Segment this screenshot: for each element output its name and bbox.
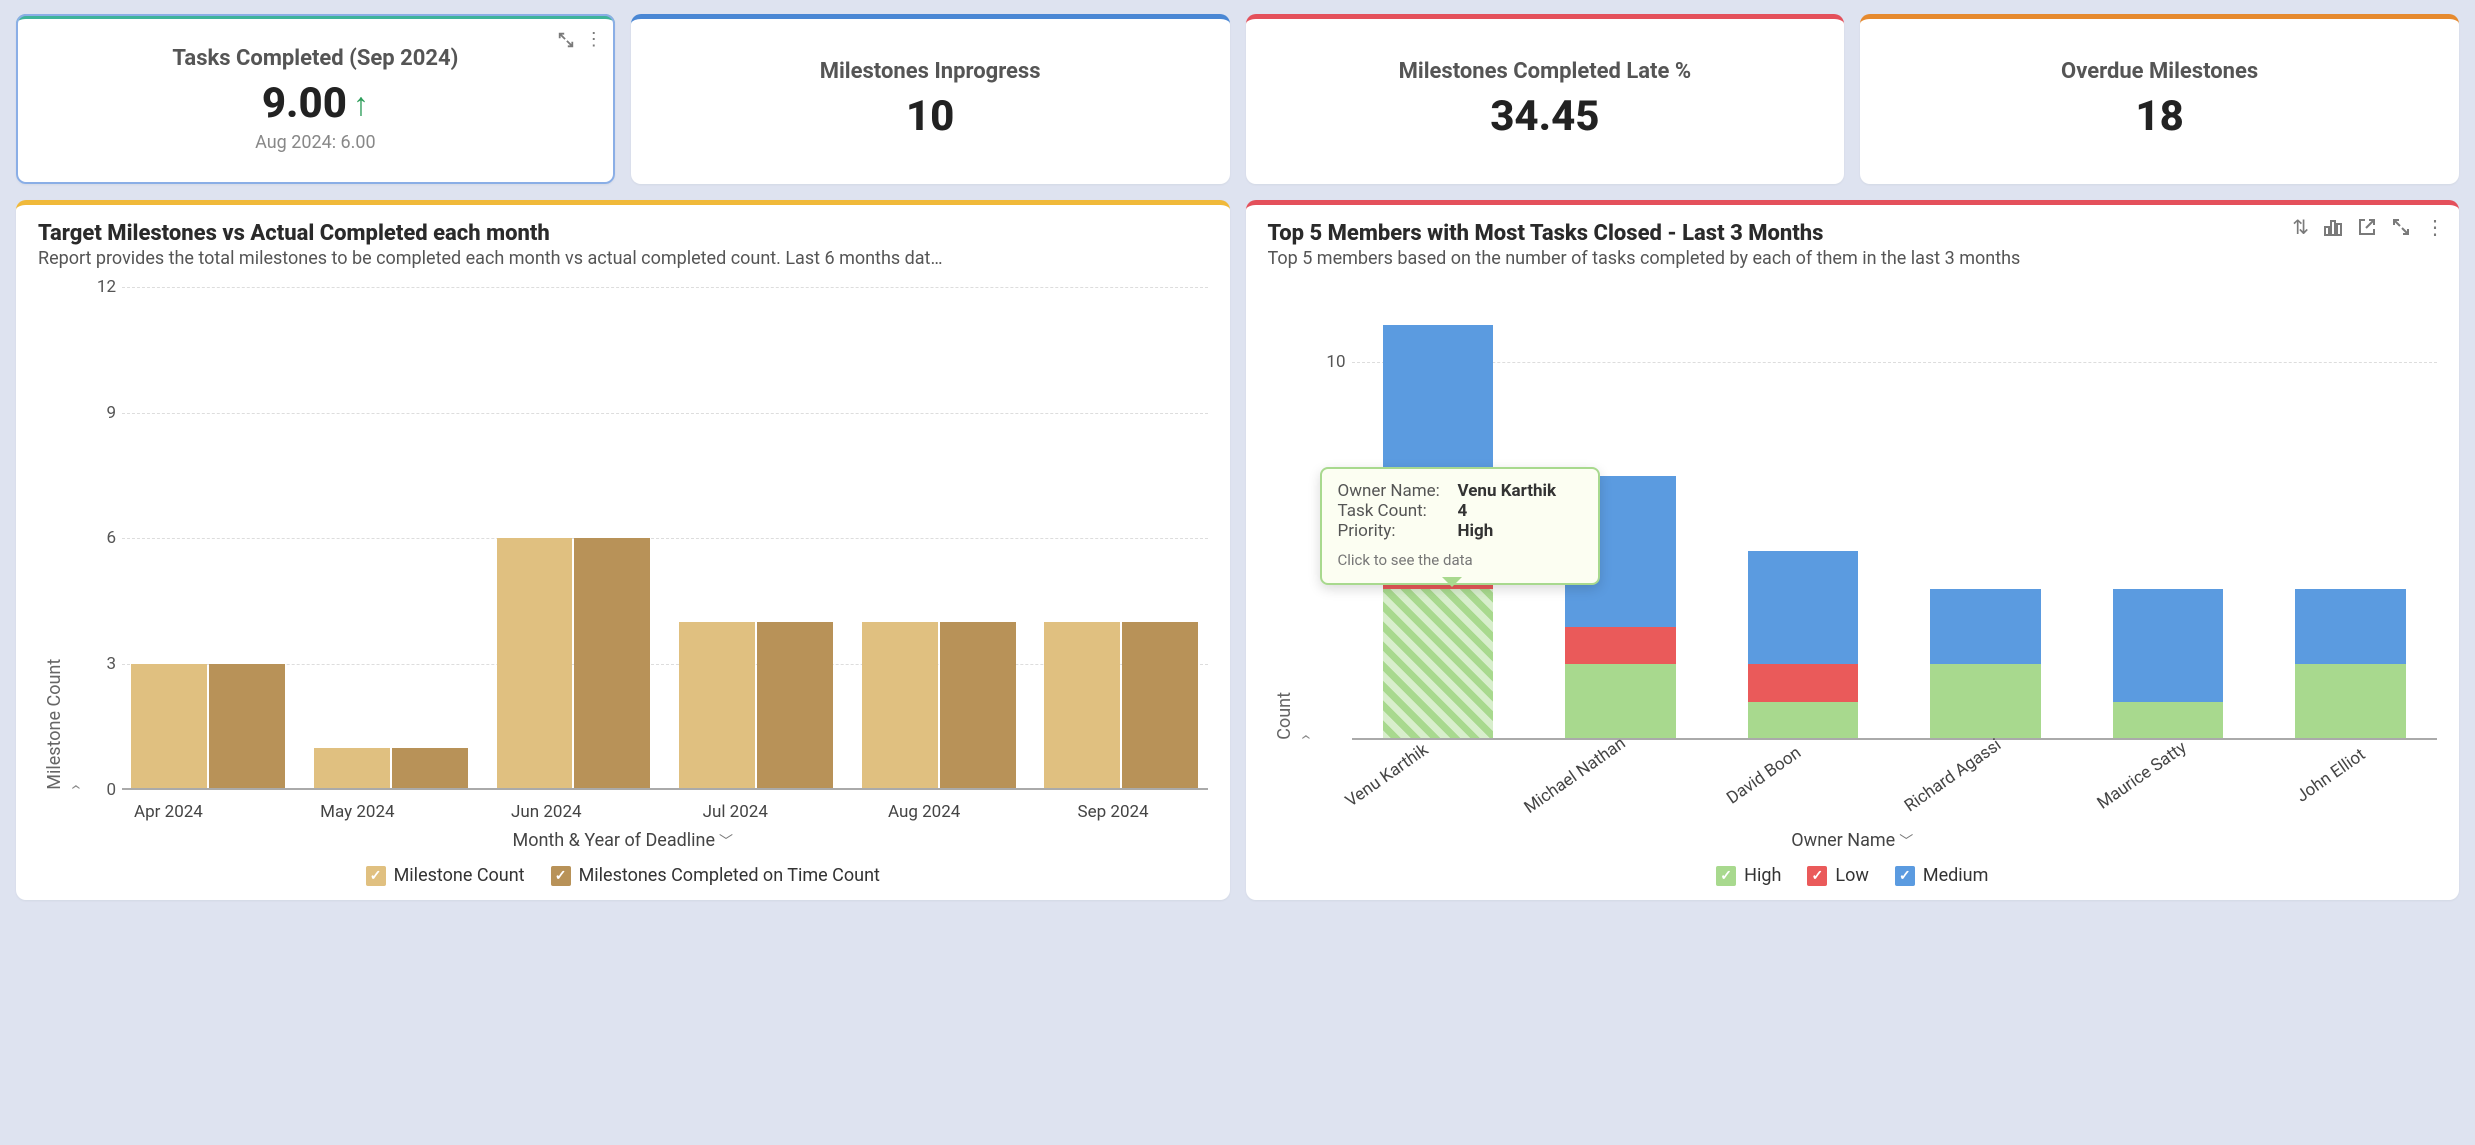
legend-item-medium[interactable]: ✓Medium (1895, 865, 1989, 886)
chart-subtitle: Report provides the total milestones to … (38, 248, 1208, 269)
bar-group[interactable] (122, 287, 295, 790)
chart-tooltip[interactable]: Owner Name: Venu Karthik Task Count: 4 Pri… (1320, 467, 1600, 585)
y-tick-label: 10 (1316, 352, 1346, 372)
bar-segment[interactable] (1044, 622, 1120, 790)
bar-segment[interactable] (940, 622, 1016, 790)
chart-legend: ✓Milestone Count ✓Milestones Completed o… (38, 865, 1208, 886)
y-axis-label: Milestone Count (38, 287, 65, 790)
x-tick-label: Apr 2024 (74, 802, 263, 822)
kpi-card-2[interactable]: Milestones Completed Late % 34.45 (1246, 14, 1845, 184)
expand-y-axis-icon[interactable]: › (65, 287, 86, 790)
bar-segment[interactable] (497, 538, 573, 789)
y-tick-label: 9 (86, 403, 116, 423)
bar-segment-medium[interactable] (1930, 589, 2040, 664)
tooltip-key-priority: Priority: (1338, 521, 1448, 541)
bar-group[interactable] (305, 287, 478, 790)
y-tick-label: 12 (86, 277, 116, 297)
x-tick-label: Sep 2024 (1019, 802, 1208, 822)
legend-swatch: ✓ (1807, 866, 1827, 886)
bar-group[interactable] (1899, 287, 2072, 740)
kpi-subtext: Aug 2024: 6.00 (255, 132, 376, 153)
x-tick-label: Jul 2024 (641, 802, 830, 822)
kpi-value: 34.45 (1490, 92, 1599, 141)
x-axis-label[interactable]: Month & Year of Deadline﹀ (38, 830, 1208, 851)
x-tick-label: Jun 2024 (452, 802, 641, 822)
bar-group[interactable] (1035, 287, 1208, 790)
bar-segment[interactable] (314, 748, 390, 790)
expand-icon[interactable] (2391, 217, 2411, 240)
bar-segment-medium[interactable] (2113, 589, 2223, 702)
legend-item-milestone-count[interactable]: ✓Milestone Count (366, 865, 525, 886)
bar-segment-low[interactable] (1565, 627, 1675, 665)
sort-icon[interactable]: ⇅ (2292, 217, 2309, 240)
tooltip-key-count: Task Count: (1338, 501, 1448, 521)
y-tick-label: 3 (86, 654, 116, 674)
bar-group[interactable] (2082, 287, 2255, 740)
chart-card-target-vs-actual[interactable]: Target Milestones vs Actual Completed ea… (16, 200, 1230, 900)
legend-swatch: ✓ (1716, 866, 1736, 886)
bar-segment[interactable] (1122, 622, 1198, 790)
bar-group[interactable] (2264, 287, 2437, 740)
kpi-card-3[interactable]: Overdue Milestones 18 (1860, 14, 2459, 184)
legend-swatch: ✓ (366, 866, 386, 886)
kpi-value: 10 (906, 92, 954, 141)
tooltip-val-priority: High (1458, 521, 1494, 541)
bar-segment[interactable] (574, 538, 650, 789)
chart-title: Target Milestones vs Actual Completed ea… (38, 221, 1208, 246)
y-tick-label: 6 (86, 528, 116, 548)
bar-group[interactable] (852, 287, 1025, 790)
bar-group[interactable] (1717, 287, 1890, 740)
tooltip-val-owner: Venu Karthik (1458, 481, 1557, 501)
chart-subtitle: Top 5 members based on the number of tas… (1268, 248, 2438, 269)
kebab-menu-icon[interactable]: ⋮ (585, 31, 603, 53)
chart-legend: ✓High ✓Low ✓Medium (1268, 865, 2438, 886)
x-tick-label: Aug 2024 (830, 802, 1019, 822)
bar-segment-low[interactable] (1748, 664, 1858, 702)
bar-segment-medium[interactable] (1748, 551, 1858, 664)
x-tick-label: May 2024 (263, 802, 452, 822)
y-tick-label: 0 (86, 780, 116, 800)
chart-card-top-members[interactable]: ⇅ ⋮ Top 5 Members with Most Tasks Closed… (1246, 200, 2460, 900)
tooltip-key-owner: Owner Name: (1338, 481, 1448, 501)
kpi-title: Tasks Completed (Sep 2024) (172, 46, 458, 71)
expand-y-axis-icon[interactable]: › (1295, 287, 1316, 740)
open-external-icon[interactable] (2357, 217, 2377, 240)
bar-segment-high[interactable] (1383, 589, 1493, 740)
bar-segment[interactable] (131, 664, 207, 790)
bar-segment[interactable] (862, 622, 938, 790)
kpi-card-1[interactable]: Milestones Inprogress 10 (631, 14, 1230, 184)
legend-swatch: ✓ (1895, 866, 1915, 886)
chart-type-icon[interactable] (2323, 217, 2343, 240)
legend-swatch: ✓ (551, 866, 571, 886)
bar-segment[interactable] (209, 664, 285, 790)
kpi-title: Milestones Inprogress (820, 59, 1041, 84)
bar-segment[interactable] (679, 622, 755, 790)
bar-group[interactable] (670, 287, 843, 790)
expand-icon[interactable] (557, 31, 575, 53)
kpi-card-0[interactable]: ⋮ Tasks Completed (Sep 2024) 9.00↑ Aug 2024… (16, 14, 615, 184)
kpi-title: Overdue Milestones (2061, 59, 2258, 84)
legend-item-completed-on-time[interactable]: ✓Milestones Completed on Time Count (551, 865, 880, 886)
kebab-menu-icon[interactable]: ⋮ (2425, 217, 2445, 240)
tooltip-footnote: Click to see the data (1338, 551, 1582, 569)
legend-item-high[interactable]: ✓High (1716, 865, 1781, 886)
bar-segment[interactable] (392, 748, 468, 790)
bar-segment-high[interactable] (1565, 664, 1675, 739)
kpi-value: 18 (2135, 92, 2183, 141)
bar-segment[interactable] (757, 622, 833, 790)
chevron-down-icon: ﹀ (719, 834, 733, 850)
trend-up-icon: ↑ (353, 88, 369, 120)
kpi-title: Milestones Completed Late % (1399, 59, 1692, 84)
tooltip-val-count: 4 (1458, 501, 1468, 521)
chart-title: Top 5 Members with Most Tasks Closed - L… (1268, 221, 2438, 246)
bar-segment-medium[interactable] (2295, 589, 2405, 664)
bar-group[interactable] (487, 287, 660, 790)
kpi-value: 9.00↑ (262, 79, 369, 128)
legend-item-low[interactable]: ✓Low (1807, 865, 1869, 886)
y-axis-label: Count (1268, 287, 1295, 740)
